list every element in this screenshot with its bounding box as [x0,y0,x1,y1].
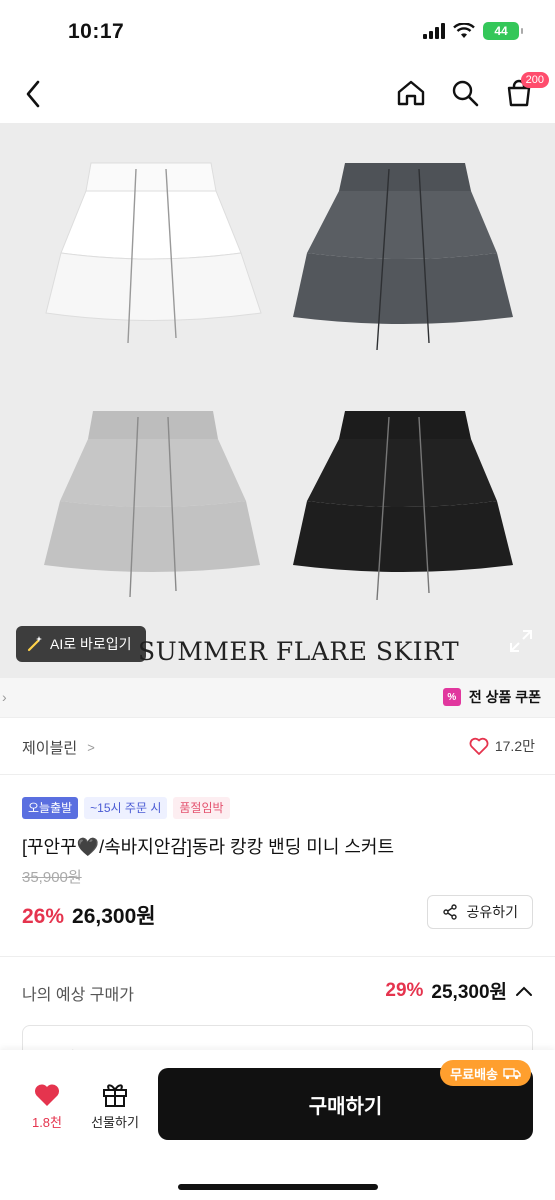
product-name: [꾸안꾸🖤/속바지안감]동라 캉캉 밴딩 미니 스커트 [22,837,395,857]
chevron-right-icon: › [2,689,7,705]
coupon-button[interactable]: % 전 상품 쿠폰 [442,687,541,707]
home-button[interactable] [393,74,429,112]
nav-actions: 200 [393,72,549,112]
truck-icon [503,1067,521,1079]
back-button[interactable] [18,76,48,112]
search-button[interactable] [447,74,483,112]
skirt-white-image [45,162,262,344]
free-shipping-label: 무료배송 [450,1066,498,1082]
coupon-label: 전 상품 쿠폰 [468,689,541,705]
expand-icon[interactable] [509,629,533,653]
soldout-soon-badge: 품절임박 [173,797,230,819]
expected-price-value: 29% 25,300원 [385,977,533,1004]
search-icon [452,80,479,107]
ai-try-on-label: AI로 바로입기 [50,636,132,652]
coupon-icon: % [442,688,461,706]
price-row: 26% 26,300원 [22,900,156,930]
heart-filled-icon [34,1084,60,1106]
home-indicator [178,1184,378,1190]
gift-icon [103,1084,127,1107]
cart-button[interactable]: 200 [501,72,549,112]
skirt-gray-image [44,411,260,598]
wishlist-button[interactable]: 1.8천 [14,1082,80,1131]
wishlist-count: 1.8천 [31,1115,63,1130]
magic-wand-icon [27,636,42,652]
chevron-left-icon [26,80,40,108]
brand-row: 제이블린 > 17.2만 [0,719,555,775]
bottom-action-bar: 1.8천 선물하기 구매하기 무료배송 [0,1050,555,1200]
today-ship-badge: 오늘출발 [22,797,79,819]
ai-try-on-button[interactable]: AI로 바로입기 [16,626,146,662]
coupon-bar: › % 전 상품 쿠폰 [0,678,555,718]
heart-outline-icon [469,737,489,755]
order-time-badge: ~15시 주문 시 [84,797,168,819]
chevron-up-icon [516,986,532,996]
share-icon [443,904,458,920]
brand-link[interactable]: 제이블린 > [22,737,95,758]
expected-discount: 29% [385,979,424,1001]
skirt-charcoal-image [293,163,513,351]
image-caption: SUMMER FLARE SKIRT [138,637,460,666]
like-button[interactable]: 17.2만 [469,736,535,756]
home-icon [397,80,425,106]
chevron-right-icon: > [87,740,95,755]
status-icons: 44 [423,22,523,40]
wifi-icon [453,23,475,38]
brand-name: 제이블린 [22,740,78,757]
product-image[interactable]: SUMMER FLARE SKIRT AI로 바로입기 [0,123,555,678]
free-shipping-badge: 무료배송 [440,1060,531,1086]
battery-level: 44 [494,24,508,38]
top-nav: 200 [0,66,555,122]
buy-label: 구매하기 [308,1095,383,1118]
gift-button[interactable]: 선물하기 [82,1080,148,1131]
status-bar: 10:17 44 [0,0,555,66]
delivery-badges: 오늘출발 ~15시 주문 시 품절임박 [22,797,230,819]
signal-icon [423,23,445,39]
discount-rate: 26% [22,905,65,928]
status-time: 10:17 [68,20,125,43]
skirt-black-image [293,411,513,601]
expected-price-row[interactable]: 나의 예상 구매가 29% 25,300원 [0,957,555,1023]
expected-price-label: 나의 예상 구매가 [22,987,134,1004]
gift-label: 선물하기 [91,1115,139,1130]
battery-icon: 44 [483,22,523,40]
sale-price: 26,300원 [72,905,156,928]
cart-count-badge: 200 [520,72,549,88]
like-count-text: 17.2만 [494,738,535,754]
share-label: 공유하기 [466,904,518,920]
original-price: 35,900원 [22,869,82,886]
share-button[interactable]: 공유하기 [427,895,533,929]
expected-price: 25,300원 [431,982,507,1003]
